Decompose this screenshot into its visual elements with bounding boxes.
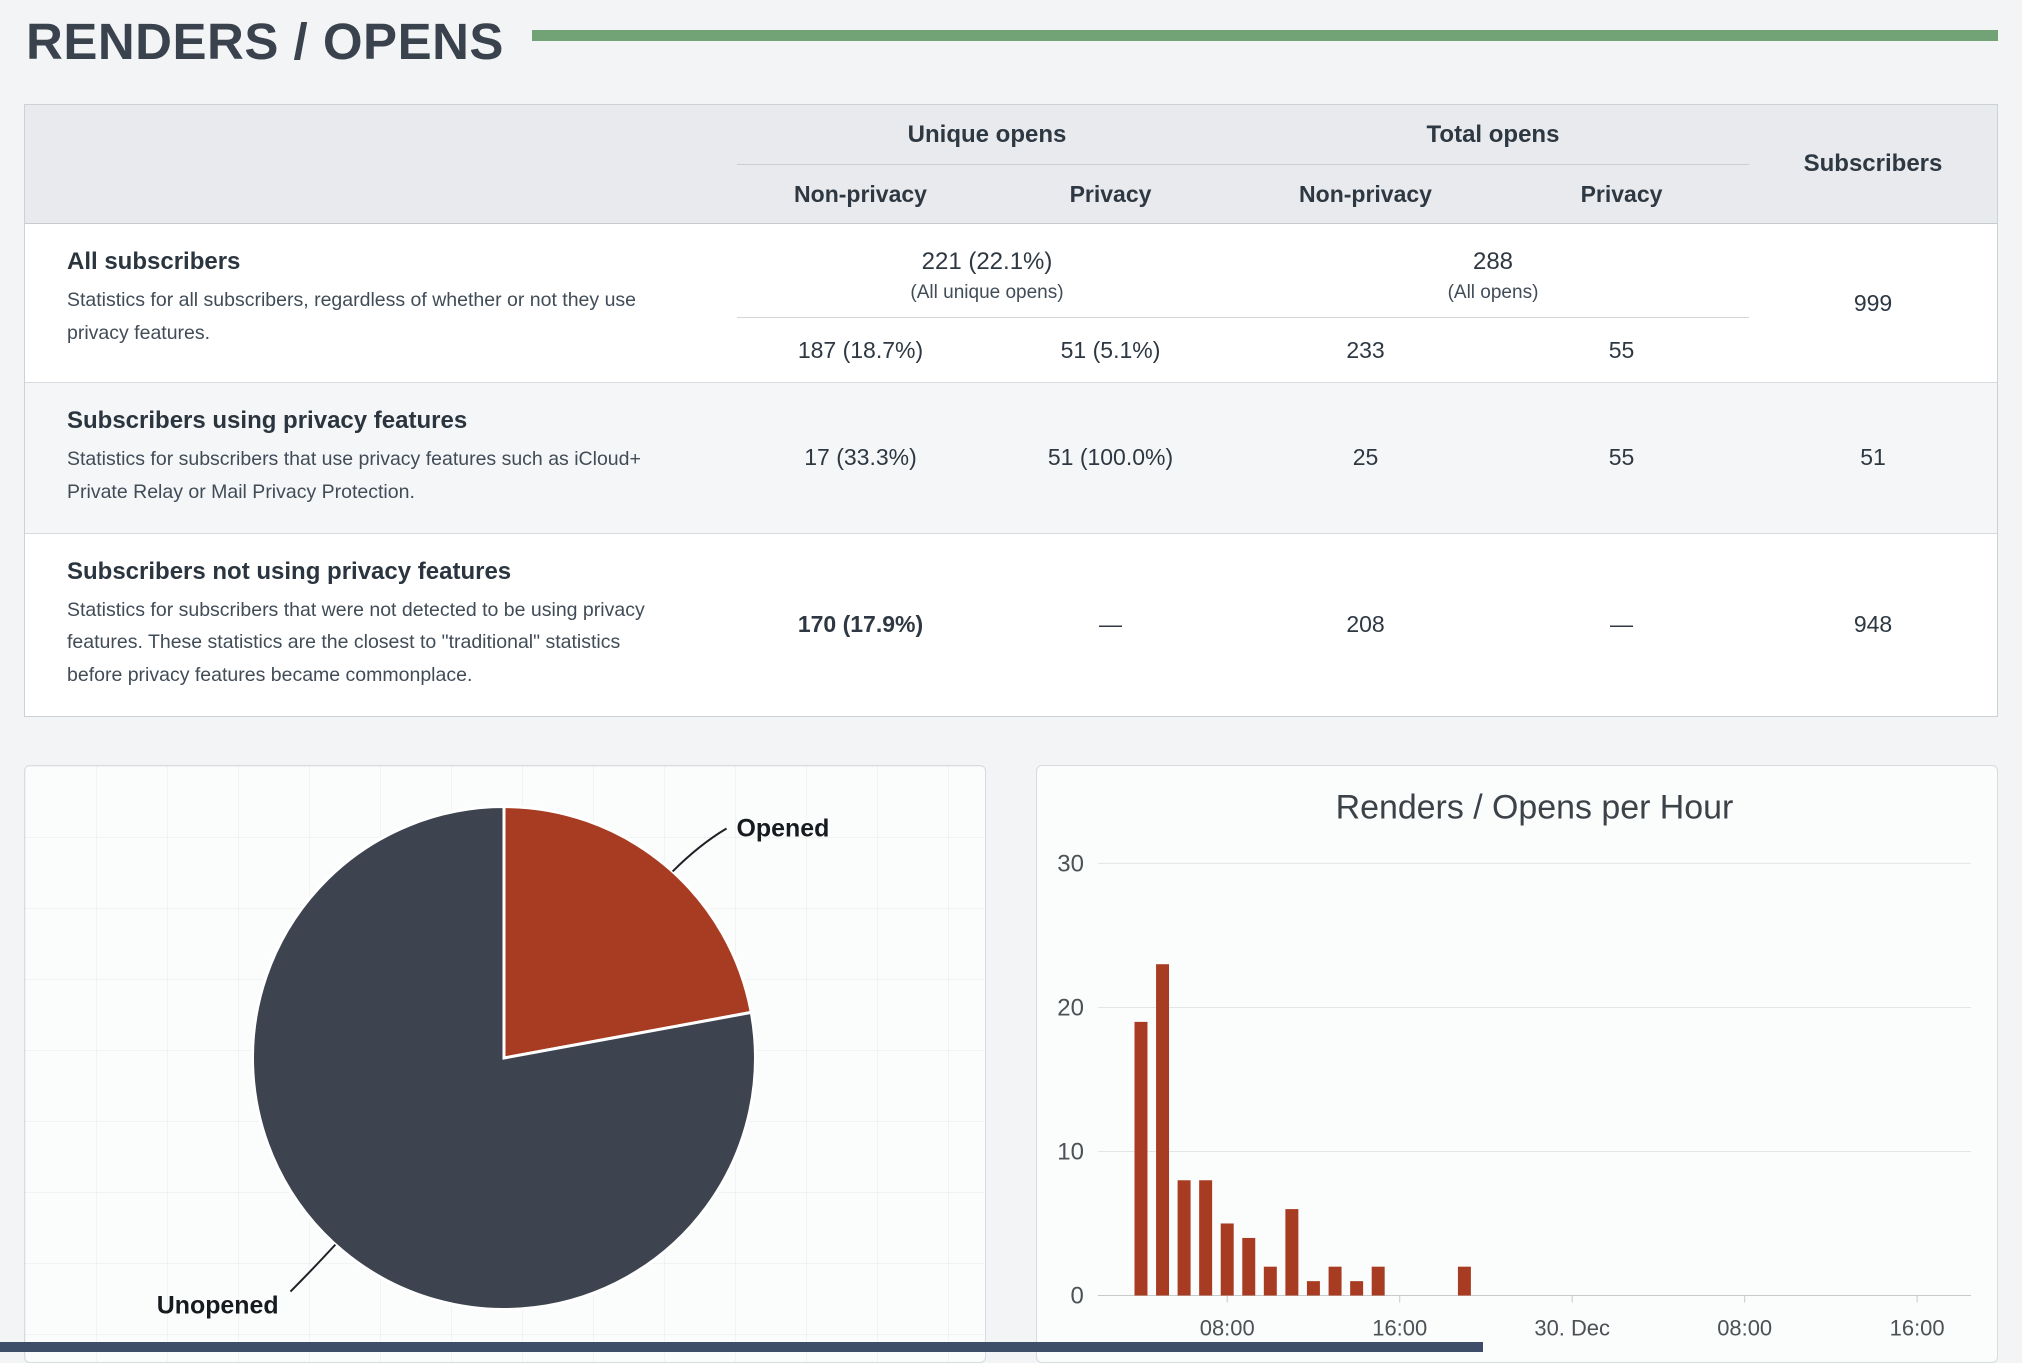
unique-privacy-value: 51 (5.1%): [984, 318, 1237, 382]
bar: [1221, 1223, 1234, 1295]
all-total-opens-caption: (All opens): [1448, 282, 1539, 304]
row-description: Statistics for subscribers that use priv…: [67, 443, 679, 509]
header-unique-non-privacy: Non-privacy: [737, 165, 984, 223]
all-unique-opens: 221 (22.1%) (All unique opens): [737, 224, 1237, 317]
table-row-privacy-subscribers: Subscribers using privacy features Stati…: [25, 382, 1997, 533]
unique-privacy-value: 51 (100.0%): [984, 383, 1237, 533]
y-tick-label: 0: [1071, 1282, 1084, 1309]
opened-pie-chart-card: Opened Unopened: [24, 765, 986, 1363]
row-description: Statistics for all subscribers, regardle…: [67, 284, 679, 350]
header-group-total-opens: Total opens: [1237, 105, 1749, 165]
pie-slices: [253, 806, 756, 1309]
table-row-non-privacy-subscribers: Subscribers not using privacy features S…: [25, 533, 1997, 716]
bar: [1307, 1281, 1320, 1295]
x-tick-label: 08:00: [1200, 1315, 1255, 1340]
bar: [1242, 1238, 1255, 1296]
bar: [1350, 1281, 1363, 1295]
total-privacy-value: —: [1494, 534, 1749, 716]
bar-chart-svg[interactable]: 0 10 20 30 08:00 16:00 30. Dec 08:00 16:00 Render…: [1037, 766, 1997, 1362]
subscribers-value: 948: [1749, 534, 1997, 716]
bar: [1285, 1209, 1298, 1295]
all-total-opens-value: 288: [1473, 248, 1513, 276]
unique-non-privacy-value: 170 (17.9%): [737, 534, 984, 716]
total-privacy-value: 55: [1494, 318, 1749, 382]
header-subscribers: Subscribers: [1749, 105, 1997, 223]
row-label-cell: Subscribers using privacy features Stati…: [25, 383, 737, 533]
header-total-non-privacy: Non-privacy: [1237, 165, 1494, 223]
total-privacy-value: 55: [1494, 383, 1749, 533]
total-non-privacy-value: 233: [1237, 318, 1494, 382]
unique-non-privacy-value: 187 (18.7%): [737, 318, 984, 382]
bar: [1372, 1267, 1385, 1296]
x-tick-label: 30. Dec: [1534, 1315, 1610, 1340]
bar: [1199, 1180, 1212, 1295]
row-description: Statistics for subscribers that were not…: [67, 594, 679, 692]
all-total-opens: 288 (All opens): [1237, 224, 1749, 317]
row-title: All subscribers: [67, 248, 701, 276]
opens-stats-table: Unique opens Total opens Subscribers Non…: [24, 104, 1998, 717]
page-title: RENDERS / OPENS: [26, 14, 504, 70]
row-title: Subscribers using privacy features: [67, 407, 701, 435]
y-tick-label: 10: [1057, 1138, 1084, 1165]
bar: [1134, 1022, 1147, 1296]
bar: [1156, 964, 1169, 1295]
row-label-cell: Subscribers not using privacy features S…: [25, 534, 737, 716]
table-row-all-subscribers: All subscribers Statistics for all subsc…: [25, 224, 1997, 382]
x-tick-label: 16:00: [1372, 1315, 1427, 1340]
subscribers-value: 999: [1749, 224, 1997, 382]
table-header: Unique opens Total opens Subscribers Non…: [25, 105, 1997, 224]
x-tick-label: 08:00: [1717, 1315, 1772, 1340]
unopened-label: Unopened: [157, 1291, 279, 1319]
opened-callout-line: [673, 828, 727, 871]
charts-section: Opened Unopened 0 10 20 30 08:00 16:00 30. Dec…: [24, 765, 1998, 1363]
subscribers-value: 51: [1749, 383, 1997, 533]
header-unique-privacy: Privacy: [984, 165, 1237, 223]
next-section-edge: [0, 1342, 1483, 1352]
all-subscribers-data: 221 (22.1%) (All unique opens) 288 (All …: [737, 224, 1749, 382]
y-tick-label: 20: [1057, 994, 1084, 1021]
y-tick-label: 30: [1057, 850, 1084, 877]
header-group-unique-opens: Unique opens: [737, 105, 1237, 165]
bar: [1329, 1267, 1342, 1296]
split-values: 187 (18.7%) 51 (5.1%) 233 55: [737, 318, 1749, 382]
opened-label: Opened: [737, 814, 830, 842]
bar: [1178, 1180, 1191, 1295]
header-blank-cell: [25, 105, 737, 223]
all-unique-opens-caption: (All unique opens): [910, 282, 1063, 304]
all-unique-opens-value: 221 (22.1%): [922, 248, 1053, 276]
unique-privacy-value: —: [984, 534, 1237, 716]
bar: [1458, 1267, 1471, 1296]
total-non-privacy-value: 25: [1237, 383, 1494, 533]
row-title: Subscribers not using privacy features: [67, 558, 701, 586]
header-total-privacy: Privacy: [1494, 165, 1749, 223]
bar-chart-title: Renders / Opens per Hour: [1336, 788, 1734, 826]
row-label-cell: All subscribers Statistics for all subsc…: [25, 224, 737, 382]
aggregate-values: 221 (22.1%) (All unique opens) 288 (All …: [737, 224, 1749, 317]
opens-per-hour-chart-card: 0 10 20 30 08:00 16:00 30. Dec 08:00 16:00 Render…: [1036, 765, 1998, 1363]
unique-non-privacy-value: 17 (33.3%): [737, 383, 984, 533]
page-header: RENDERS / OPENS: [0, 0, 2022, 70]
x-tick-label: 16:00: [1890, 1315, 1945, 1340]
bar: [1264, 1267, 1277, 1296]
pie-chart-svg[interactable]: Opened Unopened: [25, 766, 985, 1362]
total-non-privacy-value: 208: [1237, 534, 1494, 716]
header-accent-rule: [532, 30, 1998, 41]
unopened-callout-line: [290, 1244, 335, 1291]
